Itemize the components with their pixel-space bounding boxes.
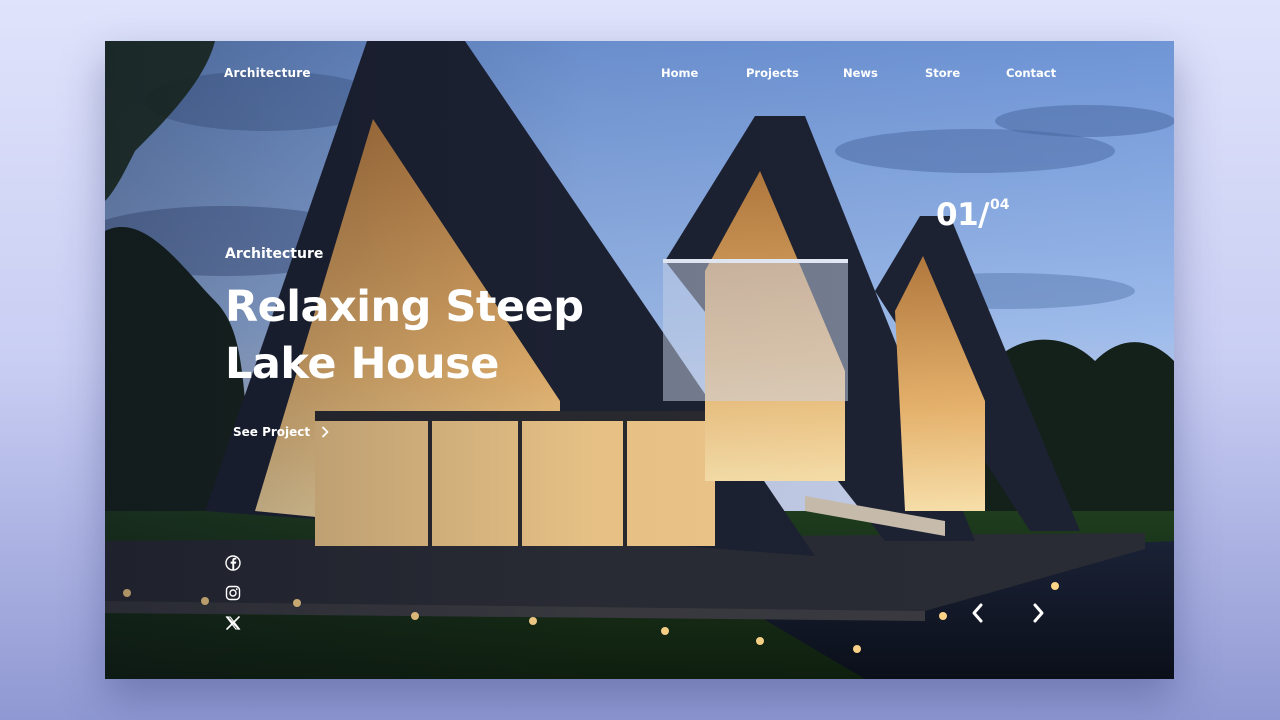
slide-counter: 01/04 [936,197,1009,233]
prev-slide-icon[interactable] [968,602,988,624]
hero-title-line-2: Lake House [225,339,499,389]
hero-card: Architecture Home Projects News Store Co… [105,41,1174,679]
nav-news[interactable]: News [843,66,878,80]
x-icon[interactable] [224,614,242,632]
main-nav: Home Projects News Store Contact [105,66,1174,82]
facebook-icon[interactable] [224,554,242,572]
chevron-right-icon [322,426,329,438]
hero-eyebrow: Architecture [225,246,324,262]
hero-title: Relaxing Steep Lake House [225,279,645,393]
slide-current: 01/ [936,197,989,233]
next-slide-icon[interactable] [1028,602,1048,624]
see-project-link[interactable]: See Project [233,425,330,439]
see-project-label: See Project [233,425,311,439]
instagram-icon[interactable] [224,584,242,602]
nav-store[interactable]: Store [925,66,960,80]
slide-total: 04 [989,197,1010,213]
nav-contact[interactable]: Contact [1006,66,1056,80]
hero-title-line-1: Relaxing Steep [225,282,584,332]
nav-projects[interactable]: Projects [746,66,799,80]
social-links [224,554,242,644]
nav-home[interactable]: Home [661,66,698,80]
